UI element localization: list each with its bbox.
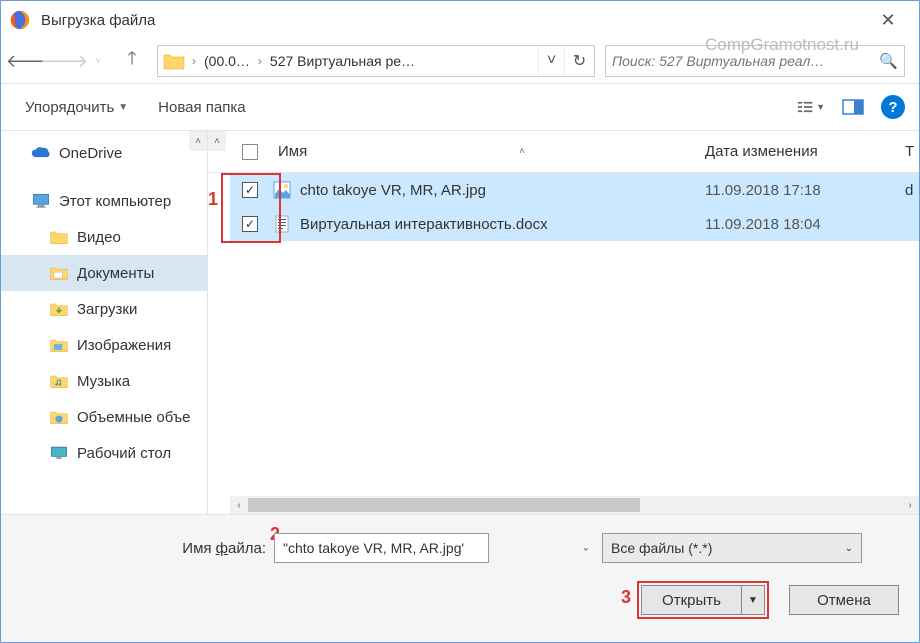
desktop-icon: [49, 444, 69, 462]
breadcrumb-seg2[interactable]: 527 Виртуальная ре…: [264, 46, 421, 76]
sidebar-desktop[interactable]: Рабочий стол: [1, 435, 207, 471]
open-button[interactable]: Открыть: [641, 585, 741, 615]
content-area: ˄ OneDrive Этот компьютер Видео Документ…: [1, 131, 919, 514]
file-date: 11.09.2018 17:18: [705, 182, 905, 199]
filename-label: Имя файла: 2: [21, 540, 266, 557]
chevron-down-icon: ▼: [118, 102, 128, 113]
sidebar-label: Изображения: [77, 337, 171, 354]
view-mode-button[interactable]: ▼: [797, 93, 825, 121]
scroll-right-button[interactable]: ›: [901, 496, 919, 514]
up-button[interactable]: 🡑: [117, 46, 147, 76]
sidebar-label: Загрузки: [77, 301, 137, 318]
annotation-number-3: 3: [621, 587, 631, 608]
folder-icon: [49, 408, 69, 426]
filename-input-wrap: ⌄: [274, 533, 594, 563]
sidebar-documents[interactable]: Документы: [1, 255, 207, 291]
annotation-number-1: 1: [208, 189, 218, 210]
file-filter-dropdown[interactable]: Все файлы (*.*) ⌄: [602, 533, 862, 563]
column-date[interactable]: Дата изменения: [705, 143, 905, 160]
col-label: Имя: [278, 143, 307, 160]
refresh-button[interactable]: ↻: [564, 46, 594, 76]
window-title: Выгрузка файла: [41, 12, 155, 29]
folder-icon: [49, 336, 69, 354]
folder-icon: [49, 372, 69, 390]
chevron-down-icon: ⌄: [845, 543, 853, 554]
row-checkbox[interactable]: ✓: [242, 182, 258, 198]
titlebar: Выгрузка файла CompGramotnost.ru ✕: [1, 1, 919, 39]
file-name: chto takoye VR, MR, AR.jpg: [294, 182, 705, 199]
sidebar-label: OneDrive: [59, 145, 122, 162]
sidebar-label: Рабочий стол: [77, 445, 171, 462]
annotation-box-3: 3 Открыть ▼: [637, 581, 769, 619]
chevron-right-icon: ›: [190, 54, 198, 68]
sidebar-music[interactable]: Музыка: [1, 363, 207, 399]
sidebar-label: Видео: [77, 229, 121, 246]
file-row[interactable]: ✓ chto takoye VR, MR, AR.jpg 11.09.2018 …: [230, 173, 919, 207]
column-type[interactable]: Т: [905, 143, 919, 160]
sidebar-label: Этот компьютер: [59, 193, 171, 210]
cancel-button[interactable]: Отмена: [789, 585, 899, 615]
image-file-icon: [273, 181, 291, 199]
open-dropdown-button[interactable]: ▼: [741, 585, 765, 615]
close-button[interactable]: ✕: [865, 1, 911, 39]
breadcrumb-seg1[interactable]: (00.0…: [198, 46, 256, 76]
computer-icon: [31, 192, 51, 210]
sort-indicator: ˄: [519, 146, 525, 157]
chevron-down-icon[interactable]: ⌄: [582, 543, 590, 554]
file-date: 11.09.2018 18:04: [705, 216, 905, 233]
sidebar-label: Объемные объе: [77, 409, 191, 426]
search-input[interactable]: [612, 53, 879, 69]
folder-icon: [49, 264, 69, 282]
help-button[interactable]: ?: [881, 95, 905, 119]
organize-label: Упорядочить: [25, 99, 114, 116]
breadcrumb[interactable]: › (00.0… › 527 Виртуальная ре… ˅ ↻: [157, 45, 595, 77]
sidebar-onedrive[interactable]: OneDrive: [1, 135, 207, 171]
scroll-thumb[interactable]: [248, 498, 640, 512]
sidebar-downloads[interactable]: Загрузки: [1, 291, 207, 327]
sidebar-pictures[interactable]: Изображения: [1, 327, 207, 363]
sidebar-3dobjects[interactable]: Объемные объе: [1, 399, 207, 435]
file-row[interactable]: ✓ Виртуальная интерактивность.docx 11.09…: [230, 207, 919, 241]
sidebar-label: Документы: [77, 265, 154, 282]
dialog-footer: Имя файла: 2 ⌄ Все файлы (*.*) ⌄ 3 Откры…: [1, 514, 919, 642]
new-folder-button[interactable]: Новая папка: [148, 93, 255, 122]
scroll-up-button[interactable]: ˄: [208, 131, 226, 151]
folder-icon: [162, 49, 186, 73]
docx-file-icon: [273, 215, 291, 233]
scroll-up-button[interactable]: ˄: [189, 131, 207, 151]
folder-icon: [49, 300, 69, 318]
toolbar: Упорядочить ▼ Новая папка ▼ ?: [1, 83, 919, 131]
horizontal-scrollbar[interactable]: ‹ ›: [230, 496, 919, 514]
file-list: 1 ✓ chto takoye VR, MR, AR.jpg 11.09.201…: [208, 173, 919, 496]
chevron-right-icon: ›: [256, 54, 264, 68]
column-headers: Имя ˄ Дата изменения Т: [208, 131, 919, 173]
file-dialog: Выгрузка файла CompGramotnost.ru ✕ 🡐 🡒 ˅…: [0, 0, 920, 643]
folder-icon: [49, 228, 69, 246]
file-pane: ˄ Имя ˄ Дата изменения Т 1 ✓ chto takoye …: [208, 131, 919, 514]
search-icon[interactable]: 🔍: [879, 52, 898, 70]
organize-button[interactable]: Упорядочить ▼: [15, 93, 138, 122]
file-type: d: [905, 182, 919, 199]
forward-button: 🡒: [49, 46, 79, 76]
filter-label: Все файлы (*.*): [611, 540, 712, 556]
file-name: Виртуальная интерактивность.docx: [294, 216, 705, 233]
column-name[interactable]: Имя ˄: [270, 143, 705, 160]
sidebar-label: Музыка: [77, 373, 130, 390]
preview-pane-button[interactable]: [839, 93, 867, 121]
watermark-text: CompGramotnost.ru: [705, 35, 859, 55]
firefox-icon: [9, 9, 31, 31]
sidebar-video[interactable]: Видео: [1, 219, 207, 255]
sidebar: ˄ OneDrive Этот компьютер Видео Документ…: [1, 131, 208, 514]
sidebar-thispc[interactable]: Этот компьютер: [1, 183, 207, 219]
recent-dropdown[interactable]: ˅: [83, 46, 113, 76]
breadcrumb-dropdown[interactable]: ˅: [538, 46, 564, 76]
filename-input[interactable]: [274, 533, 489, 563]
scroll-left-button[interactable]: ‹: [230, 496, 248, 514]
cloud-icon: [31, 144, 51, 162]
row-checkbox[interactable]: ✓: [242, 216, 258, 232]
select-all-checkbox[interactable]: [230, 144, 270, 160]
